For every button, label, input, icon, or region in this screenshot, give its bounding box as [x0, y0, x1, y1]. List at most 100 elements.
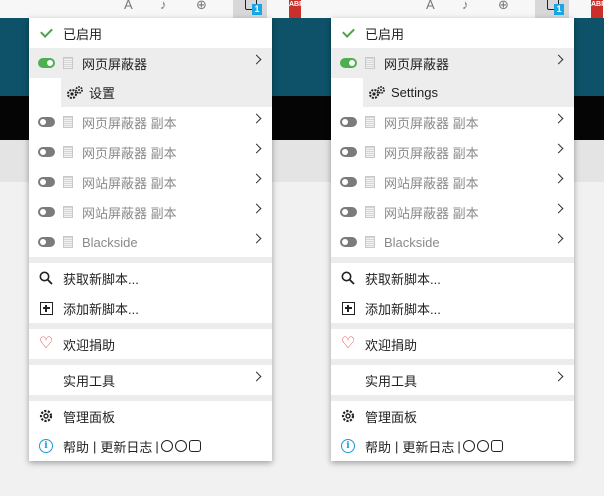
toggle-icon[interactable] [38, 207, 55, 217]
add-favorite-icon[interactable]: ⊕ [498, 0, 509, 13]
enabled-status-item[interactable]: 已启用 [331, 18, 574, 48]
heart-icon: ♡ [38, 335, 54, 352]
script-name: Blackside [384, 234, 440, 250]
toggle-icon[interactable] [340, 147, 357, 157]
read-aloud-icon[interactable]: A [124, 0, 133, 12]
script-doc-icon [365, 57, 375, 69]
facebook-icon[interactable] [476, 440, 489, 452]
changelog-link[interactable]: 更新日志 [402, 437, 454, 456]
donate-item[interactable]: ♡ 欢迎捐助 [331, 329, 574, 359]
plus-square-icon [29, 301, 63, 315]
script-doc-icon [63, 236, 73, 248]
tampermonkey-extension-button[interactable]: 1 [233, 0, 267, 18]
script-doc-icon [63, 206, 73, 218]
script-item-active[interactable]: 网页屏蔽器 [29, 48, 272, 78]
dashboard-item[interactable]: 管理面板 [29, 401, 272, 431]
chevron-right-icon [553, 173, 564, 184]
toggle-icon[interactable] [340, 117, 357, 127]
chevron-right-icon [553, 143, 564, 154]
toggle-icon[interactable] [340, 237, 357, 247]
gear-icon [331, 409, 365, 423]
script-item[interactable]: 网页屏蔽器 副本 [29, 107, 272, 137]
gear-icon [29, 409, 63, 423]
script-item[interactable]: Blackside [29, 227, 272, 257]
github-icon[interactable] [160, 440, 173, 452]
chevron-right-icon [251, 143, 262, 154]
script-settings-item[interactable]: 设置 [61, 78, 272, 107]
script-doc-icon [63, 116, 73, 128]
help-link[interactable]: 帮助 [365, 437, 391, 456]
help-row: i 帮助 | 更新日志 | [331, 431, 574, 461]
get-new-scripts-item[interactable]: 获取新脚本... [29, 263, 272, 293]
get-new-scripts-item[interactable]: 获取新脚本... [331, 263, 574, 293]
script-name: 网页屏蔽器 副本 [384, 145, 479, 161]
adblock-icon[interactable]: ABP [289, 0, 301, 18]
adblock-icon[interactable]: ABP [591, 0, 603, 18]
script-item[interactable]: 网页屏蔽器 副本 [331, 137, 574, 167]
script-name: 网站屏蔽器 副本 [82, 175, 177, 191]
script-item[interactable]: 网站屏蔽器 副本 [29, 197, 272, 227]
script-doc-icon [63, 146, 73, 158]
chevron-right-icon [553, 54, 564, 65]
github-icon[interactable] [462, 440, 475, 452]
toggle-icon[interactable] [38, 237, 55, 247]
chevron-right-icon [553, 233, 564, 244]
add-new-script-item[interactable]: 添加新脚本... [331, 293, 574, 323]
info-icon: i [331, 439, 365, 453]
chevron-right-icon [251, 233, 262, 244]
tampermonkey-menu: 已启用 网页屏蔽器 设置 网页屏蔽器 副本 网页屏蔽器 副本 网站屏蔽器 副本 … [29, 18, 272, 461]
script-item[interactable]: 网页屏蔽器 副本 [331, 107, 574, 137]
script-item[interactable]: 网站屏蔽器 副本 [331, 197, 574, 227]
divider: | [93, 438, 97, 454]
toggle-icon[interactable] [340, 58, 357, 68]
chevron-right-icon [251, 54, 262, 65]
settings-label: 设置 [89, 86, 116, 101]
script-doc-icon [63, 57, 73, 69]
check-icon [29, 25, 63, 38]
instagram-icon[interactable] [490, 440, 503, 452]
help-link[interactable]: 帮助 [63, 437, 89, 456]
gears-icon [61, 85, 89, 101]
tampermonkey-menu: 已启用 网页屏蔽器 Settings 网页屏蔽器 副本 网页屏蔽器 副本 网站屏… [331, 18, 574, 461]
tampermonkey-extension-button[interactable]: 1 [535, 0, 569, 18]
speaker-icon[interactable]: ♪ [462, 0, 469, 12]
heart-icon: ♡ [340, 335, 356, 352]
chevron-right-icon [553, 113, 564, 124]
divider: | [457, 438, 461, 454]
utilities-label: 实用工具 [365, 373, 418, 389]
script-item[interactable]: 网站屏蔽器 副本 [29, 167, 272, 197]
script-item-active[interactable]: 网页屏蔽器 [331, 48, 574, 78]
dashboard-item[interactable]: 管理面板 [331, 401, 574, 431]
donate-item[interactable]: ♡ 欢迎捐助 [29, 329, 272, 359]
chevron-right-icon [251, 173, 262, 184]
chevron-right-icon [553, 371, 564, 382]
toggle-icon[interactable] [38, 177, 55, 187]
script-item[interactable]: 网页屏蔽器 副本 [29, 137, 272, 167]
script-item[interactable]: 网站屏蔽器 副本 [331, 167, 574, 197]
toggle-icon[interactable] [38, 117, 55, 127]
script-name: 网页屏蔽器 副本 [82, 145, 177, 161]
toggle-icon[interactable] [340, 207, 357, 217]
facebook-icon[interactable] [174, 440, 187, 452]
script-settings-item[interactable]: Settings [363, 78, 574, 107]
read-aloud-icon[interactable]: A [426, 0, 435, 12]
divider: | [395, 438, 399, 454]
changelog-link[interactable]: 更新日志 [100, 437, 152, 456]
speaker-icon[interactable]: ♪ [160, 0, 167, 12]
toggle-icon[interactable] [38, 58, 55, 68]
add-new-script-item[interactable]: 添加新脚本... [29, 293, 272, 323]
script-name: 网页屏蔽器 副本 [384, 115, 479, 131]
script-item[interactable]: Blackside [331, 227, 574, 257]
utilities-item[interactable]: 实用工具 [29, 365, 272, 395]
instagram-icon[interactable] [188, 440, 201, 452]
script-name: Blackside [82, 234, 138, 250]
search-icon [29, 271, 63, 285]
toggle-icon[interactable] [340, 177, 357, 187]
script-name: 网站屏蔽器 副本 [384, 205, 479, 221]
enabled-status-item[interactable]: 已启用 [29, 18, 272, 48]
script-name: 网站屏蔽器 副本 [82, 205, 177, 221]
utilities-item[interactable]: 实用工具 [331, 365, 574, 395]
toggle-icon[interactable] [38, 147, 55, 157]
search-icon [331, 271, 365, 285]
add-favorite-icon[interactable]: ⊕ [196, 0, 207, 13]
